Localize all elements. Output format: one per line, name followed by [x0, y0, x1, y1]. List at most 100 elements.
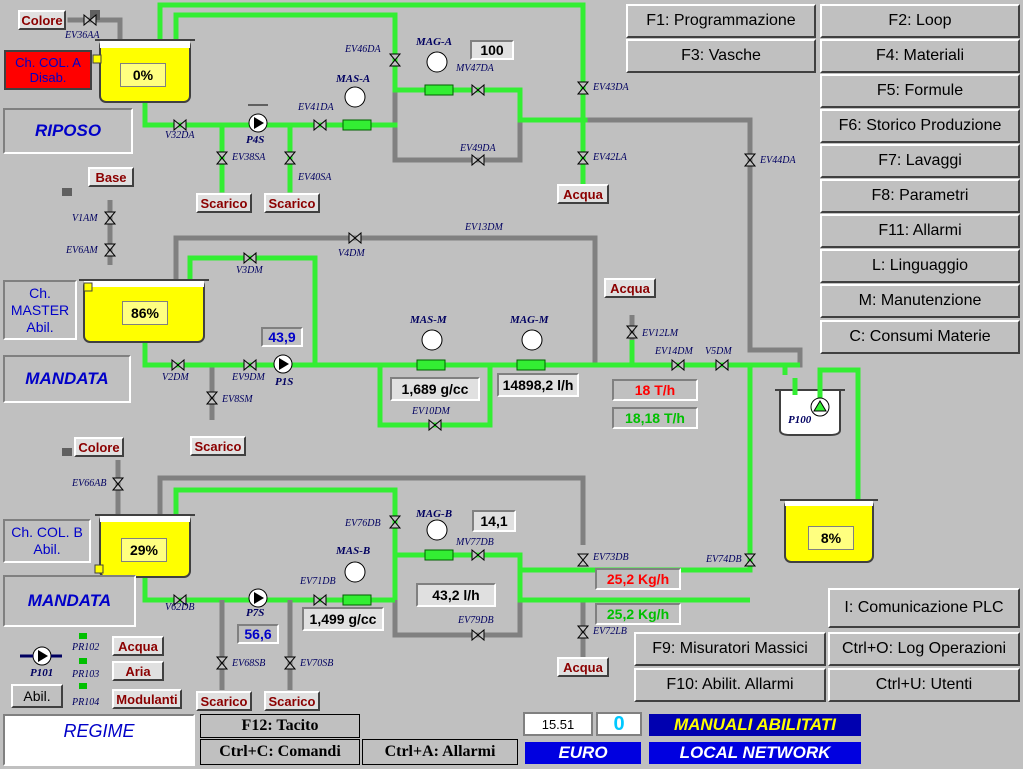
master-scarico[interactable]: Scarico: [190, 436, 246, 456]
f4-materiali-button[interactable]: F4: Materiali: [820, 39, 1020, 73]
valve-v1am-label: V1AM: [72, 213, 98, 224]
master-base-tag[interactable]: Base: [88, 167, 134, 187]
utility-aria-tag[interactable]: Aria: [112, 661, 164, 681]
pump-p7s-value: 56,6: [237, 624, 279, 644]
ctrl-o-log-operazioni-button[interactable]: Ctrl+O: Log Operazioni: [828, 632, 1020, 666]
f1-programmazione-button[interactable]: F1: Programmazione: [626, 4, 816, 38]
f9-misuratori-massici-button[interactable]: F9: Misuratori Massici: [634, 632, 826, 666]
valve-ev74db-label: EV74DB: [706, 554, 742, 565]
currency-indicator: EURO: [523, 740, 643, 766]
ctrl-a-allarmi-button[interactable]: Ctrl+A: Allarmi: [362, 739, 518, 765]
i-comunicazione-plc-button[interactable]: I: Comunicazione PLC: [828, 588, 1020, 628]
valve-ev9dm-label: EV9DM: [232, 372, 265, 383]
pump-p1s-label: P1S: [275, 376, 294, 388]
utility-modulanti-tag[interactable]: Modulanti: [112, 689, 182, 709]
pr104-led: [79, 683, 87, 689]
c-consumi-materie-button[interactable]: C: Consumi Materie: [820, 320, 1020, 354]
valve-v2dm-label: V2DM: [162, 372, 189, 383]
valve-ev73db-label: EV73DB: [593, 552, 629, 563]
ctrl-c-comandi-button[interactable]: Ctrl+C: Comandi: [200, 739, 360, 765]
mas-b-label: MAS-B: [336, 545, 371, 557]
f5-formule-button[interactable]: F5: Formule: [820, 74, 1020, 108]
f10-abilit-allarmi-button[interactable]: F10: Abilit. Allarmi: [634, 668, 826, 702]
mas-a-gauge: [344, 86, 366, 108]
pump-p100[interactable]: [810, 397, 830, 417]
line-a-scarico-2[interactable]: Scarico: [264, 193, 320, 213]
pump-p1s-value: 43,9: [261, 327, 303, 347]
valve-ev8sm-label: EV8SM: [222, 394, 253, 405]
pr102-led: [79, 633, 87, 639]
valve-ev12lm-label: EV12LM: [642, 328, 679, 339]
pump-p4s[interactable]: [248, 104, 268, 133]
master-mode: MANDATA: [3, 355, 131, 403]
valve-ev42la-label: EV42LA: [593, 152, 627, 163]
mag-a-value: 100: [470, 40, 514, 60]
line-a-color-tag[interactable]: Colore: [18, 10, 66, 30]
master-status[interactable]: Ch. MASTER Abil.: [3, 280, 77, 340]
f7-lavaggi-button[interactable]: F7: Lavaggi: [820, 144, 1020, 178]
line-b-status[interactable]: Ch. COL. B Abil.: [3, 519, 91, 563]
f6-storico-produzione-button[interactable]: F6: Storico Produzione: [820, 109, 1020, 143]
mag-m-label: MAG-M: [510, 314, 549, 326]
master-acqua[interactable]: Acqua: [604, 278, 656, 298]
line-a-scarico-1[interactable]: Scarico: [196, 193, 252, 213]
valve-mv47da-label: MV47DA: [456, 63, 494, 74]
valve-v5dm-label: V5DM: [705, 346, 732, 357]
l-linguaggio-button[interactable]: L: Linguaggio: [820, 249, 1020, 283]
valve-ev44da-label: EV44DA: [760, 155, 796, 166]
mas-a-meter: [342, 119, 372, 131]
valve-ev36aa-label: EV36AA: [65, 30, 100, 41]
f12-tacito-button[interactable]: F12: Tacito: [200, 714, 360, 738]
valve-ev41da-label: EV41DA: [298, 102, 334, 113]
master-flow: 14898,2 l/h: [497, 373, 579, 397]
tank-a-level: 0%: [120, 63, 166, 87]
f11-allarmi-button[interactable]: F11: Allarmi: [820, 214, 1020, 248]
pump-p101[interactable]: [20, 646, 62, 666]
pump-p101-label: P101: [30, 667, 54, 679]
counter-display: 0: [596, 712, 642, 736]
f2-loop-button[interactable]: F2: Loop: [820, 4, 1020, 38]
line-b-mode: MANDATA: [3, 575, 136, 627]
mag-a-gauge: [426, 51, 448, 73]
mas-a-label: MAS-A: [336, 73, 371, 85]
valve-v32da-label: V32DA: [165, 130, 195, 141]
valve-ev66ab-label: EV66AB: [72, 478, 107, 489]
f3-vasche-button[interactable]: F3: Vasche: [626, 39, 816, 73]
master-set-rate: 18 T/h: [612, 379, 698, 401]
valve-ev38sa-label: EV38SA: [232, 152, 266, 163]
line-b-scarico-2[interactable]: Scarico: [264, 691, 320, 711]
pump-p100-label: P100: [788, 414, 812, 426]
valve-v62db-label: V62DB: [165, 602, 195, 613]
line-a-status[interactable]: Ch. COL. A Disab.: [4, 50, 92, 90]
line-a-acqua[interactable]: Acqua: [557, 184, 609, 204]
valve-ev71db-label: EV71DB: [300, 576, 336, 587]
valve-ev79db-label: EV79DB: [458, 615, 494, 626]
mag-a-label: MAG-A: [416, 36, 453, 48]
line-b-set-rate: 25,2 Kg/h: [595, 568, 681, 590]
utilities-abil-button[interactable]: Abil.: [11, 684, 63, 708]
network-indicator: LOCAL NETWORK: [647, 740, 863, 766]
m-manutenzione-button[interactable]: M: Manutenzione: [820, 284, 1020, 318]
line-b-flow: 43,2 l/h: [416, 583, 496, 607]
ctrl-u-utenti-button[interactable]: Ctrl+U: Utenti: [828, 668, 1020, 702]
valve-ev13dm-label: EV13DM: [465, 222, 503, 233]
pump-p1s[interactable]: [273, 354, 293, 374]
line-a-mode: RIPOSO: [3, 108, 133, 154]
f8-parametri-button[interactable]: F8: Parametri: [820, 179, 1020, 213]
pr102-label: PR102: [72, 642, 100, 653]
line-b-color-tag[interactable]: Colore: [74, 437, 124, 457]
mas-m-gauge: [421, 329, 443, 351]
master-density: 1,689 g/cc: [390, 377, 480, 401]
master-indicator: [62, 188, 72, 196]
valve-ev49da-label: EV49DA: [460, 143, 496, 154]
pr103-label: PR103: [72, 669, 100, 680]
valve-v4dm-label: V4DM: [338, 248, 365, 259]
utility-acqua-tag[interactable]: Acqua: [112, 636, 164, 656]
pump-p7s[interactable]: [248, 588, 268, 608]
tank-b-level: 29%: [121, 538, 167, 562]
valve-ev72lb-label: EV72LB: [593, 626, 627, 637]
line-b-scarico-1[interactable]: Scarico: [196, 691, 252, 711]
line-b-actual-rate: 25,2 Kg/h: [595, 603, 681, 625]
line-b-acqua[interactable]: Acqua: [557, 657, 609, 677]
valve-ev40sa-label: EV40SA: [298, 172, 332, 183]
